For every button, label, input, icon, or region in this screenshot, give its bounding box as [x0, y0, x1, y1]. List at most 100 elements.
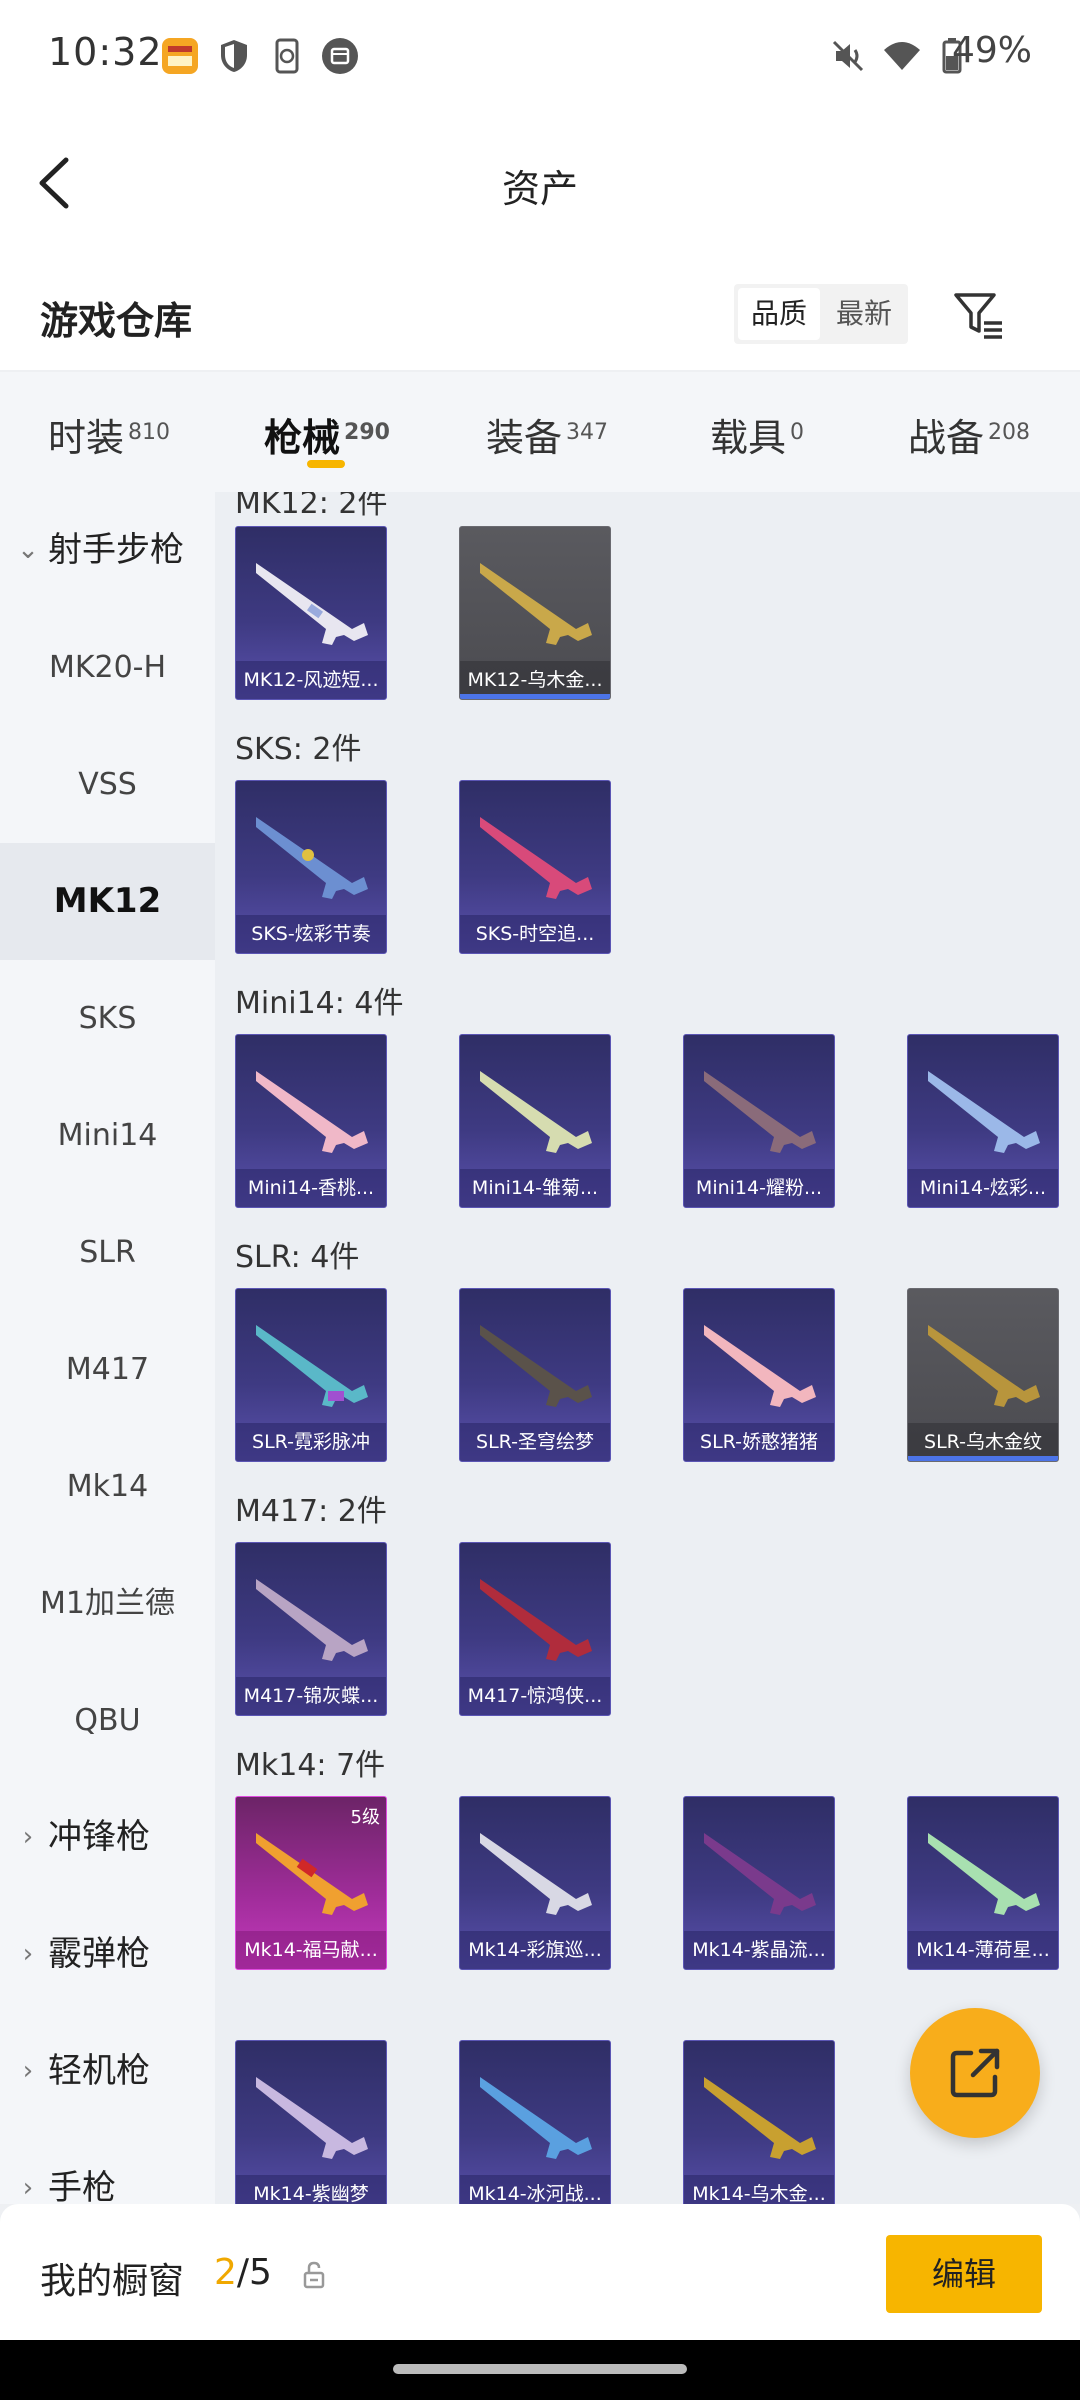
rifle-icon — [480, 817, 592, 899]
skin-card[interactable]: SLR-圣穹绘梦 — [459, 1288, 611, 1462]
app-notification-icon — [162, 38, 198, 74]
rifle-icon — [704, 1071, 816, 1153]
skin-name: SLR-霓彩脉冲 — [236, 1423, 386, 1461]
chevron-down-icon: ⌄ — [17, 535, 39, 565]
skin-name: Mk14-冰河战... — [460, 2175, 610, 2204]
rarity-bar — [460, 694, 610, 699]
rifle-icon — [256, 1579, 368, 1661]
home-indicator[interactable] — [393, 2364, 687, 2374]
chevron-right-icon: › — [22, 1939, 34, 1969]
skin-card[interactable]: SKS-炫彩节奏 — [235, 780, 387, 954]
skin-name: SLR-圣穹绘梦 — [460, 1423, 610, 1461]
skin-card[interactable]: Mk14-紫晶流... — [683, 1796, 835, 1970]
rifle-icon — [704, 2077, 816, 2159]
skin-name: Mk14-薄荷星... — [908, 1931, 1058, 1969]
rifle-icon — [928, 1833, 1040, 1915]
skin-card[interactable]: Mk14-紫幽梦 — [235, 2040, 387, 2204]
rifle-icon — [480, 1833, 592, 1915]
skin-name: Mini14-雏菊... — [460, 1169, 610, 1207]
sidebar-item-mk20h[interactable]: MK20-H — [0, 609, 215, 726]
sidebar-item-qbu[interactable]: QBU — [0, 1662, 215, 1779]
skin-name: Mk14-紫晶流... — [684, 1931, 834, 1969]
skin-name: M417-锦灰蝶... — [236, 1677, 386, 1715]
skin-name: SKS-炫彩节奏 — [236, 915, 386, 953]
skin-card[interactable]: M417-锦灰蝶... — [235, 1542, 387, 1716]
tab-vehicles[interactable]: 载具 0 — [710, 407, 804, 462]
tab-firearms[interactable]: 枪械 290 — [264, 407, 390, 462]
section-label-sks: SKS: 2件 — [235, 732, 362, 767]
skin-name: Mk14-福马献... — [236, 1931, 386, 1969]
section-label-mini14: Mini14: 4件 — [235, 986, 404, 1021]
sort-quality-button[interactable]: 品质 — [738, 288, 820, 340]
share-button[interactable] — [910, 2008, 1040, 2138]
skin-card[interactable]: SLR-乌木金纹 — [907, 1288, 1059, 1462]
skin-name: SKS-时空追... — [460, 915, 610, 953]
rifle-icon — [256, 1325, 368, 1407]
skin-name: M417-惊鸿侠... — [460, 1677, 610, 1715]
skin-name: Mk14-紫幽梦 — [236, 2175, 386, 2204]
rifle-icon — [480, 563, 592, 645]
skin-name: Mk14-彩旗巡... — [460, 1931, 610, 1969]
sidebar-group-pistol[interactable]: › 手枪 — [0, 2130, 215, 2204]
skin-name: MK12-风迹短... — [236, 661, 386, 699]
skin-card[interactable]: M417-惊鸿侠... — [459, 1542, 611, 1716]
skin-card[interactable]: Mini14-炫彩... — [907, 1034, 1059, 1208]
skin-card[interactable]: Mini14-耀粉... — [683, 1034, 835, 1208]
page-title: 资产 — [501, 167, 578, 211]
sidebar-item-sks[interactable]: SKS — [0, 960, 215, 1077]
skin-card[interactable]: MK12-风迹短... — [235, 526, 387, 700]
skin-card[interactable]: Mk14-冰河战... — [459, 2040, 611, 2204]
mute-icon — [832, 40, 864, 72]
sidebar-item-m417[interactable]: M417 — [0, 1311, 215, 1428]
status-time: 10:32 — [48, 30, 163, 74]
sort-newest-button[interactable]: 最新 — [824, 288, 904, 340]
skin-card[interactable]: SKS-时空追... — [459, 780, 611, 954]
edit-button[interactable]: 编辑 — [886, 2235, 1042, 2313]
rarity-bar — [908, 1456, 1058, 1461]
skin-card[interactable]: Mk14-薄荷星... — [907, 1796, 1059, 1970]
tab-fashion[interactable]: 时装 810 — [48, 407, 170, 462]
skin-card[interactable]: Mk14-乌木金... — [683, 2040, 835, 2204]
sidebar-group-lmg[interactable]: › 轻机枪 — [0, 2013, 215, 2130]
section-label-m417: M417: 2件 — [235, 1494, 387, 1529]
skin-card[interactable]: Mini14-香桃... — [235, 1034, 387, 1208]
skin-name: SLR-娇憨猪猪 — [684, 1423, 834, 1461]
rifle-icon — [480, 1579, 592, 1661]
rifle-icon — [928, 1071, 1040, 1153]
skin-name: Mini14-耀粉... — [684, 1169, 834, 1207]
rifle-icon — [256, 817, 368, 899]
skin-card[interactable]: MK12-乌木金... — [459, 526, 611, 700]
sidebar-group-marksman[interactable]: ⌄ 射手步枪 — [0, 492, 215, 609]
skin-card[interactable]: SLR-霓彩脉冲 — [235, 1288, 387, 1462]
skin-card[interactable]: Mk14-彩旗巡... — [459, 1796, 611, 1970]
filter-icon[interactable] — [950, 287, 1006, 343]
sidebar-item-mk14[interactable]: Mk14 — [0, 1428, 215, 1545]
sidebar-group-shotgun[interactable]: › 霰弹枪 — [0, 1896, 215, 2013]
sidebar-group-smg[interactable]: › 冲锋枪 — [0, 1779, 215, 1896]
sidebar-item-slr[interactable]: SLR — [0, 1194, 215, 1311]
weapon-type-sidebar: ⌄ 射手步枪 MK20-H VSS MK12 SKS Mini14 SLR M4… — [0, 492, 215, 2204]
rifle-icon — [704, 1325, 816, 1407]
tab-equipment[interactable]: 装备 347 — [486, 407, 608, 462]
weapon-grid: MK12: 2件 MK12-风迹短... MK12-乌木金... SKS: 2件… — [215, 492, 1080, 2204]
skin-card[interactable]: 5级 Mk14-福马献... — [235, 1796, 387, 1970]
sidebar-item-m1-garand[interactable]: M1加兰德 — [0, 1545, 215, 1662]
sidebar-item-mini14[interactable]: Mini14 — [0, 1077, 215, 1194]
section-label-mk14: Mk14: 7件 — [235, 1748, 386, 1783]
sidebar-item-mk12[interactable]: MK12 — [0, 843, 215, 960]
rifle-icon — [256, 563, 368, 645]
sidebar-item-vss[interactable]: VSS — [0, 726, 215, 843]
rifle-icon — [256, 1071, 368, 1153]
section-label-mk12: MK12: 2件 — [235, 492, 388, 521]
rifle-icon — [704, 1833, 816, 1915]
rifle-icon — [256, 1833, 368, 1915]
skin-card[interactable]: SLR-娇憨猪猪 — [683, 1288, 835, 1462]
showcase-label: 我的橱窗 — [40, 2261, 185, 2302]
skin-card[interactable]: Mini14-雏菊... — [459, 1034, 611, 1208]
rifle-icon — [480, 1325, 592, 1407]
tab-supplies[interactable]: 战备 208 — [908, 407, 1030, 462]
section-label-slr: SLR: 4件 — [235, 1240, 360, 1275]
rifle-icon — [256, 2077, 368, 2159]
skin-name: Mini14-香桃... — [236, 1169, 386, 1207]
chevron-right-icon: › — [22, 2173, 34, 2203]
